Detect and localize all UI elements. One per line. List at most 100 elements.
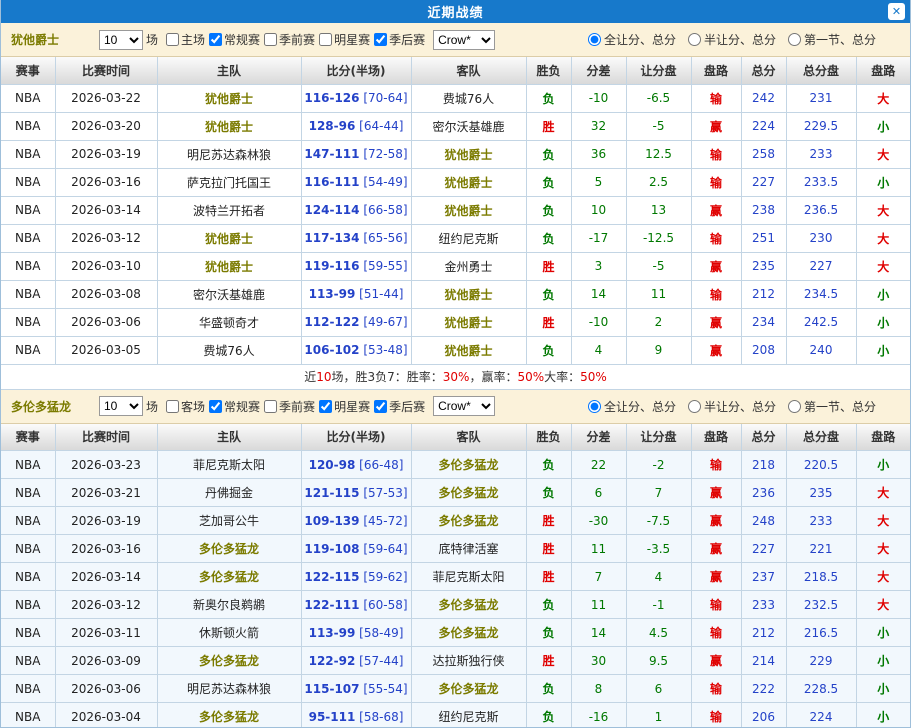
- score-cell[interactable]: 119-116 [59-55]: [301, 252, 411, 280]
- score-cell[interactable]: 113-99 [58-49]: [301, 619, 411, 647]
- away-team-cell[interactable]: 纽约尼克斯: [411, 224, 526, 252]
- away-team-cell[interactable]: 犹他爵士: [411, 140, 526, 168]
- score-cell[interactable]: 115-107 [55-54]: [301, 675, 411, 703]
- stat-type-radio[interactable]: 第一节、总分: [788, 398, 876, 415]
- score-cell[interactable]: 109-139 [45-72]: [301, 507, 411, 535]
- filter-checkbox[interactable]: 主场: [163, 31, 205, 48]
- checkbox-input[interactable]: [374, 400, 387, 413]
- away-team-cell[interactable]: 金州勇士: [411, 252, 526, 280]
- away-team-name: 达拉斯独行侠: [432, 654, 504, 668]
- score-cell[interactable]: 106-102 [53-48]: [301, 336, 411, 364]
- stat-type-radio[interactable]: 第一节、总分: [788, 31, 876, 48]
- away-team-cell[interactable]: 犹他爵士: [411, 168, 526, 196]
- score-cell[interactable]: 119-108 [59-64]: [301, 535, 411, 563]
- stat-type-radio[interactable]: 全让分、总分: [588, 31, 676, 48]
- score-cell[interactable]: 116-126 [70-64]: [301, 84, 411, 112]
- filter-checkbox[interactable]: 季后赛: [371, 398, 425, 415]
- home-team-cell[interactable]: 菲尼克斯太阳: [157, 451, 301, 479]
- radio-input[interactable]: [688, 33, 701, 46]
- score-cell[interactable]: 147-111 [72-58]: [301, 140, 411, 168]
- filter-checkbox[interactable]: 季后赛: [371, 31, 425, 48]
- home-team-cell[interactable]: 萨克拉门托国王: [157, 168, 301, 196]
- games-count-select[interactable]: 10: [99, 30, 143, 50]
- filter-checkbox[interactable]: 季前赛: [261, 398, 315, 415]
- checkbox-input[interactable]: [264, 33, 277, 46]
- checkbox-input[interactable]: [209, 33, 222, 46]
- home-team-cell[interactable]: 犹他爵士: [157, 224, 301, 252]
- score-cell[interactable]: 95-111 [58-68]: [301, 703, 411, 728]
- away-team-cell[interactable]: 达拉斯独行侠: [411, 647, 526, 675]
- score-cell[interactable]: 128-96 [64-44]: [301, 112, 411, 140]
- checkbox-input[interactable]: [264, 400, 277, 413]
- home-team-cell[interactable]: 多伦多猛龙: [157, 563, 301, 591]
- score-cell[interactable]: 122-92 [57-44]: [301, 647, 411, 675]
- checkbox-input[interactable]: [319, 33, 332, 46]
- away-team-cell[interactable]: 多伦多猛龙: [411, 619, 526, 647]
- filter-checkbox[interactable]: 常规赛: [206, 31, 260, 48]
- away-team-cell[interactable]: 多伦多猛龙: [411, 451, 526, 479]
- radio-input[interactable]: [588, 400, 601, 413]
- checkbox-input[interactable]: [374, 33, 387, 46]
- radio-input[interactable]: [788, 33, 801, 46]
- home-team-cell[interactable]: 密尔沃基雄鹿: [157, 280, 301, 308]
- away-team-cell[interactable]: 密尔沃基雄鹿: [411, 112, 526, 140]
- score-cell[interactable]: 113-99 [51-44]: [301, 280, 411, 308]
- bookmaker-select[interactable]: Crow*: [433, 30, 495, 50]
- home-team-cell[interactable]: 芝加哥公牛: [157, 507, 301, 535]
- checkbox-input[interactable]: [319, 400, 332, 413]
- stat-type-radio[interactable]: 半让分、总分: [688, 31, 776, 48]
- score-cell[interactable]: 124-114 [66-58]: [301, 196, 411, 224]
- score-cell[interactable]: 121-115 [57-53]: [301, 479, 411, 507]
- home-team-cell[interactable]: 犹他爵士: [157, 84, 301, 112]
- away-team-cell[interactable]: 犹他爵士: [411, 280, 526, 308]
- close-icon[interactable]: ✕: [888, 3, 905, 20]
- home-team-cell[interactable]: 丹佛掘金: [157, 479, 301, 507]
- home-team-cell[interactable]: 华盛顿奇才: [157, 308, 301, 336]
- away-team-cell[interactable]: 犹他爵士: [411, 336, 526, 364]
- checkbox-input[interactable]: [166, 33, 179, 46]
- away-team-cell[interactable]: 多伦多猛龙: [411, 591, 526, 619]
- filter-checkbox[interactable]: 客场: [163, 398, 205, 415]
- filter-checkbox[interactable]: 明星赛: [316, 398, 370, 415]
- away-team-cell[interactable]: 犹他爵士: [411, 308, 526, 336]
- away-team-cell[interactable]: 纽约尼克斯: [411, 703, 526, 728]
- home-team-cell[interactable]: 新奥尔良鹈鹕: [157, 591, 301, 619]
- score-cell[interactable]: 117-134 [65-56]: [301, 224, 411, 252]
- score-cell[interactable]: 120-98 [66-48]: [301, 451, 411, 479]
- filter-checkbox[interactable]: 常规赛: [206, 398, 260, 415]
- games-count-select[interactable]: 10: [99, 396, 143, 416]
- score-cell[interactable]: 116-111 [54-49]: [301, 168, 411, 196]
- away-team-cell[interactable]: 费城76人: [411, 84, 526, 112]
- home-team-cell[interactable]: 犹他爵士: [157, 252, 301, 280]
- away-team-cell[interactable]: 多伦多猛龙: [411, 507, 526, 535]
- radio-input[interactable]: [688, 400, 701, 413]
- games-count-suffix: 场: [146, 31, 158, 48]
- home-team-cell[interactable]: 费城76人: [157, 336, 301, 364]
- stat-type-radio[interactable]: 全让分、总分: [588, 398, 676, 415]
- away-team-cell[interactable]: 多伦多猛龙: [411, 479, 526, 507]
- checkbox-input[interactable]: [166, 400, 179, 413]
- checkbox-input[interactable]: [209, 400, 222, 413]
- home-team-cell[interactable]: 明尼苏达森林狼: [157, 140, 301, 168]
- away-team-cell[interactable]: 多伦多猛龙: [411, 675, 526, 703]
- score-cell[interactable]: 122-115 [59-62]: [301, 563, 411, 591]
- home-team-cell[interactable]: 多伦多猛龙: [157, 647, 301, 675]
- home-team-cell[interactable]: 明尼苏达森林狼: [157, 675, 301, 703]
- away-team-cell[interactable]: 犹他爵士: [411, 196, 526, 224]
- home-team-cell[interactable]: 多伦多猛龙: [157, 535, 301, 563]
- away-team-cell[interactable]: 菲尼克斯太阳: [411, 563, 526, 591]
- score-cell[interactable]: 122-111 [60-58]: [301, 591, 411, 619]
- bookmaker-select[interactable]: Crow*: [433, 396, 495, 416]
- filter-checkbox[interactable]: 季前赛: [261, 31, 315, 48]
- stat-type-radio[interactable]: 半让分、总分: [688, 398, 776, 415]
- handicap-result-cell: 赢: [691, 479, 741, 507]
- home-team-cell[interactable]: 犹他爵士: [157, 112, 301, 140]
- radio-input[interactable]: [588, 33, 601, 46]
- home-team-cell[interactable]: 多伦多猛龙: [157, 703, 301, 728]
- home-team-cell[interactable]: 波特兰开拓者: [157, 196, 301, 224]
- score-cell[interactable]: 112-122 [49-67]: [301, 308, 411, 336]
- away-team-cell[interactable]: 底特律活塞: [411, 535, 526, 563]
- radio-input[interactable]: [788, 400, 801, 413]
- home-team-cell[interactable]: 休斯顿火箭: [157, 619, 301, 647]
- filter-checkbox[interactable]: 明星赛: [316, 31, 370, 48]
